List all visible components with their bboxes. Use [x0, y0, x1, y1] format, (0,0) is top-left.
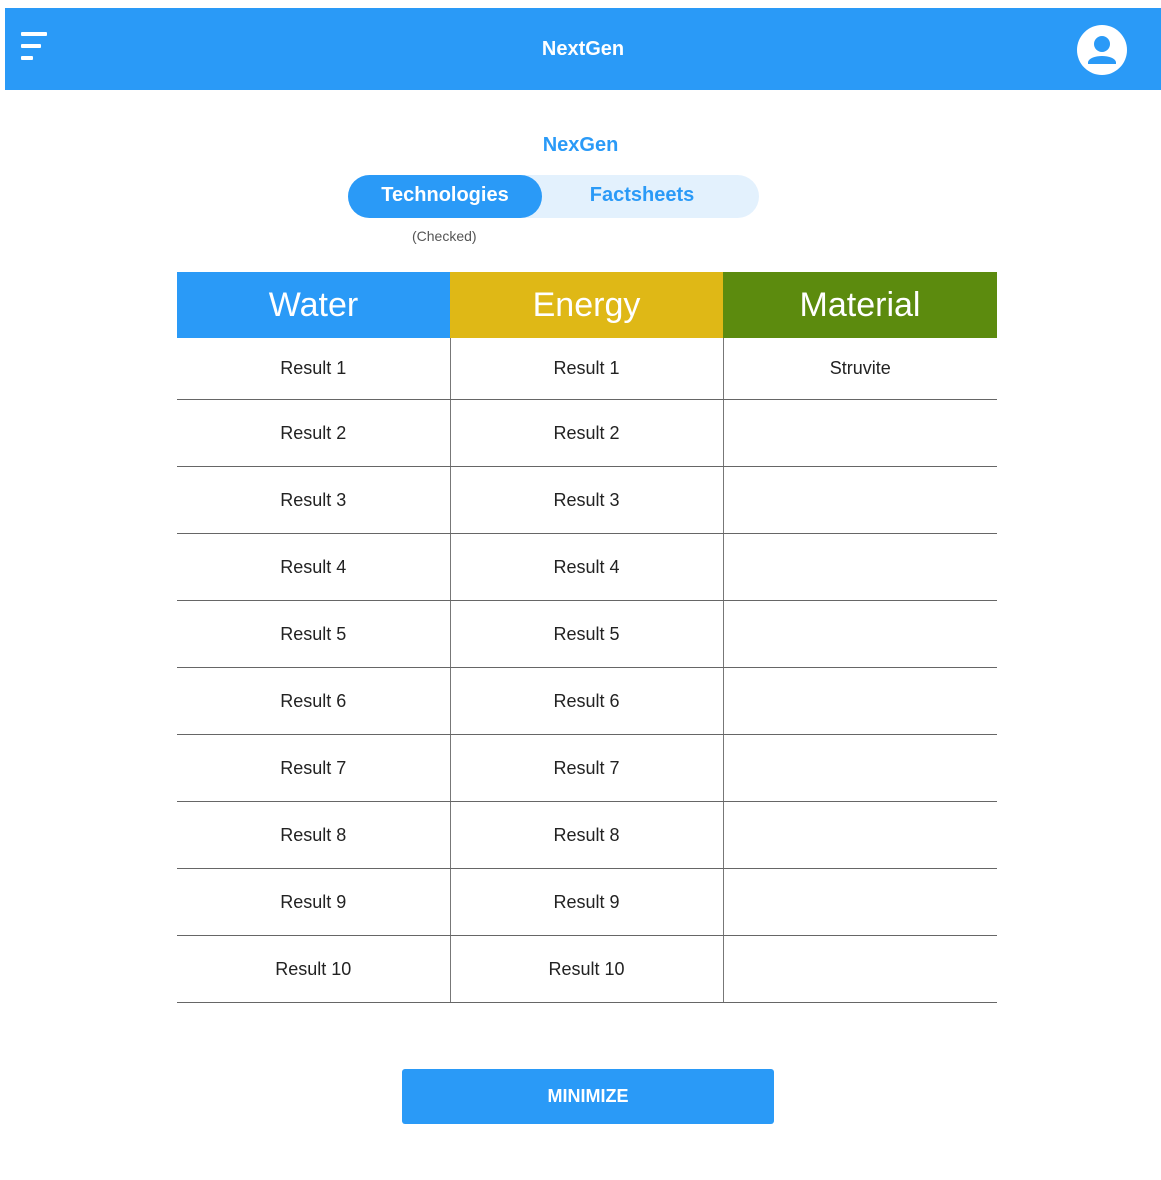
water-result-cell[interactable]: Result 5 — [177, 600, 450, 668]
checked-note: (Checked) — [412, 228, 477, 244]
table-row: Result 4 Result 4 — [177, 533, 997, 601]
table-row: Result 5 Result 5 — [177, 600, 997, 668]
table-row: Result 2 Result 2 — [177, 399, 997, 467]
tab-technologies[interactable]: Technologies — [348, 175, 542, 218]
table-row: Result 10 Result 10 — [177, 935, 997, 1003]
results-table: Water Energy Material Result 1 Result 1 … — [177, 272, 997, 1003]
water-result-cell[interactable]: Result 3 — [177, 466, 450, 534]
column-header-material: Material — [723, 272, 997, 338]
water-result-cell[interactable]: Result 6 — [177, 667, 450, 735]
energy-result-cell[interactable]: Result 7 — [449, 734, 723, 802]
table-row: Result 9 Result 9 — [177, 868, 997, 936]
table-row: Result 1 Result 1 Struvite — [177, 338, 997, 400]
table-header-row: Water Energy Material — [177, 272, 997, 338]
app-title: NextGen — [541, 38, 625, 60]
material-result-cell — [722, 868, 997, 936]
table-row: Result 3 Result 3 — [177, 466, 997, 534]
column-header-water: Water — [177, 272, 450, 338]
material-result-cell[interactable]: Struvite — [722, 338, 997, 400]
water-result-cell[interactable]: Result 7 — [177, 734, 450, 802]
water-result-cell[interactable]: Result 8 — [177, 801, 450, 869]
minimize-button[interactable]: MINIMIZE — [402, 1069, 774, 1124]
column-header-energy: Energy — [450, 272, 723, 338]
material-result-cell — [722, 667, 997, 735]
energy-result-cell[interactable]: Result 6 — [449, 667, 723, 735]
material-result-cell — [722, 935, 997, 1003]
water-result-cell[interactable]: Result 1 — [177, 338, 450, 400]
material-result-cell — [722, 466, 997, 534]
energy-result-cell[interactable]: Result 3 — [449, 466, 723, 534]
water-result-cell[interactable]: Result 9 — [177, 868, 450, 936]
energy-result-cell[interactable]: Result 5 — [449, 600, 723, 668]
material-result-cell — [722, 600, 997, 668]
water-result-cell[interactable]: Result 2 — [177, 399, 450, 467]
segmented-toggle: Technologies Factsheets — [348, 175, 759, 218]
table-row: Result 6 Result 6 — [177, 667, 997, 735]
material-result-cell — [722, 734, 997, 802]
table-row: Result 7 Result 7 — [177, 734, 997, 802]
tab-factsheets[interactable]: Factsheets — [542, 175, 742, 218]
material-result-cell — [722, 533, 997, 601]
app-bar: NextGen — [5, 8, 1161, 90]
water-result-cell[interactable]: Result 10 — [177, 935, 450, 1003]
table-row: Result 8 Result 8 — [177, 801, 997, 869]
water-result-cell[interactable]: Result 4 — [177, 533, 450, 601]
energy-result-cell[interactable]: Result 10 — [449, 935, 723, 1003]
energy-result-cell[interactable]: Result 4 — [449, 533, 723, 601]
energy-result-cell[interactable]: Result 1 — [449, 338, 723, 400]
material-result-cell — [722, 801, 997, 869]
energy-result-cell[interactable]: Result 2 — [449, 399, 723, 467]
energy-result-cell[interactable]: Result 9 — [449, 868, 723, 936]
page: NextGen NexGen Technologies Factsheets (… — [0, 0, 1161, 1180]
page-subtitle: NexGen — [542, 134, 619, 156]
energy-result-cell[interactable]: Result 8 — [449, 801, 723, 869]
material-result-cell — [722, 399, 997, 467]
account-circle-icon[interactable] — [1076, 24, 1128, 76]
